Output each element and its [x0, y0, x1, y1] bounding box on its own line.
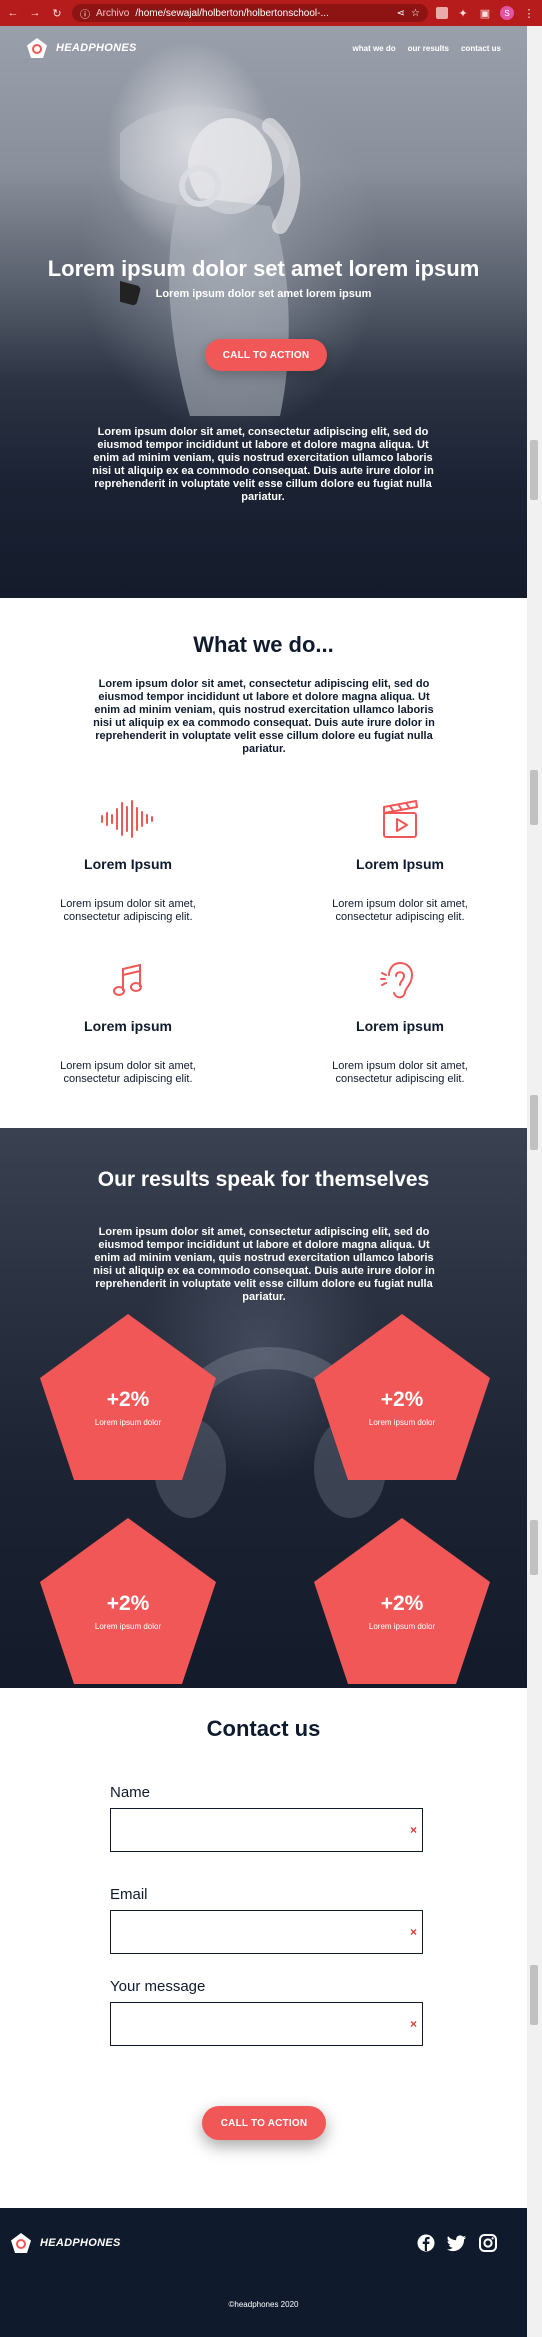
stat-card: +2% Lorem ipsum dolor — [38, 1312, 218, 1482]
feature-text: Lorem ipsum dolor sit amet, consectetur … — [60, 1060, 196, 1085]
share-icon[interactable]: ⋖ — [397, 8, 405, 19]
address-path: /home/sewajal/holberton/holbertonschool-… — [135, 7, 329, 19]
feature-card: Lorem ipsum Lorem ipsum dolor sit amet, … — [310, 956, 490, 1086]
feature-title: Lorem ipsum — [356, 1018, 444, 1034]
nav-link-what-we-do[interactable]: what we do — [353, 44, 396, 53]
sidebar-icon[interactable]: ▣ — [478, 6, 492, 20]
nav-link-contact-us[interactable]: contact us — [461, 44, 501, 53]
hero-section: HEADPHONES what we do our results contac… — [0, 26, 527, 598]
what-we-do-section: What we do... Lorem ipsum dolor sit amet… — [0, 598, 527, 1128]
scrollbar-thumb[interactable] — [530, 770, 538, 825]
name-label: Name — [110, 1784, 151, 1801]
stat-card: +2% Lorem ipsum dolor — [312, 1516, 492, 1686]
address-scheme: Archivo — [96, 7, 130, 19]
logo[interactable]: HEADPHONES — [26, 37, 137, 59]
menu-icon[interactable]: ⋮ — [522, 6, 536, 20]
logo-text: HEADPHONES — [56, 42, 137, 54]
instagram-icon[interactable] — [479, 2234, 497, 2252]
contact-title: Contact us — [206, 1716, 321, 1741]
profile-avatar[interactable]: S — [500, 6, 514, 20]
what-we-do-title: What we do... — [193, 632, 334, 657]
nav-links: what we do our results contact us — [353, 44, 501, 53]
feature-title: Lorem Ipsum — [356, 856, 444, 872]
scrollbar-thumb[interactable] — [530, 1965, 538, 2025]
feature-card: Lorem Ipsum Lorem ipsum dolor sit amet, … — [310, 794, 490, 924]
email-label: Email — [110, 1886, 148, 1903]
stat-card: +2% Lorem ipsum dolor — [38, 1516, 218, 1686]
star-icon[interactable]: ☆ — [411, 8, 420, 19]
logo-pentagon-icon — [27, 38, 47, 58]
ear-icon — [310, 956, 490, 1006]
twitter-icon[interactable] — [447, 2234, 467, 2252]
social-links — [417, 2234, 497, 2252]
results-section: Our results speak for themselves Lorem i… — [0, 1128, 527, 1688]
soundwave-icon — [38, 794, 218, 844]
hero-cta-button[interactable]: CALL TO ACTION — [205, 339, 327, 371]
feature-text: Lorem ipsum dolor sit amet, consectetur … — [60, 898, 196, 923]
contact-section: Contact us Name × Email × Your message ×… — [0, 1688, 527, 2208]
address-bar[interactable]: ⓘ Archivo /home/sewajal/holberton/holber… — [72, 4, 428, 22]
feature-card: Lorem ipsum Lorem ipsum dolor sit amet, … — [38, 956, 218, 1086]
back-icon[interactable]: ← — [6, 6, 20, 20]
stat-label: Lorem ipsum dolor — [94, 1418, 162, 1427]
required-mark-icon: × — [409, 1823, 417, 1837]
email-field[interactable]: × — [110, 1910, 423, 1954]
message-field[interactable]: × — [110, 2002, 423, 2046]
stat-label: Lorem ipsum dolor — [94, 1622, 162, 1631]
info-icon: ⓘ — [80, 9, 90, 21]
hero-body-text: Lorem ipsum dolor sit amet, consectetur … — [92, 426, 434, 503]
feature-text: Lorem ipsum dolor sit amet, consectetur … — [332, 1060, 468, 1085]
feature-title: Lorem Ipsum — [84, 856, 172, 872]
scrollbar-thumb[interactable] — [530, 440, 538, 500]
stat-value: +2% — [106, 1592, 150, 1615]
top-navigation: HEADPHONES what we do our results contac… — [0, 26, 527, 70]
facebook-icon[interactable] — [417, 2234, 435, 2252]
footer-logo-text: HEADPHONES — [40, 2237, 121, 2249]
required-mark-icon: × — [409, 1925, 417, 1939]
stat-label: Lorem ipsum dolor — [368, 1622, 436, 1631]
required-mark-icon: × — [409, 2017, 417, 2031]
puzzle-icon[interactable]: ✦ — [456, 6, 470, 20]
stat-value: +2% — [380, 1388, 424, 1411]
logo-pentagon-icon — [11, 2233, 31, 2253]
copyright-text: ©headphones 2020 — [228, 2300, 299, 2309]
reload-icon[interactable]: ↻ — [50, 6, 64, 20]
hero-title: Lorem ipsum dolor set amet lorem ipsum — [47, 256, 480, 281]
feature-card: Lorem Ipsum Lorem ipsum dolor sit amet, … — [38, 794, 218, 924]
music-note-icon — [38, 956, 218, 1006]
scrollbar-thumb[interactable] — [530, 1520, 538, 1575]
footer-logo[interactable]: HEADPHONES — [10, 2232, 121, 2254]
forward-icon[interactable]: → — [28, 6, 42, 20]
message-label: Your message — [110, 1978, 206, 1995]
footer: HEADPHONES ©headphones 2020 — [0, 2208, 527, 2337]
browser-toolbar: ← → ↻ ⓘ Archivo /home/sewajal/holberton/… — [0, 0, 542, 26]
nav-link-our-results[interactable]: our results — [408, 44, 449, 53]
results-body: Lorem ipsum dolor sit amet, consectetur … — [93, 1226, 435, 1303]
stat-label: Lorem ipsum dolor — [368, 1418, 436, 1427]
feature-title: Lorem ipsum — [84, 1018, 172, 1034]
extension-icon[interactable] — [436, 7, 448, 19]
results-title: Our results speak for themselves — [97, 1168, 430, 1191]
what-we-do-body: Lorem ipsum dolor sit amet, consectetur … — [93, 678, 435, 755]
feature-text: Lorem ipsum dolor sit amet, consectetur … — [332, 898, 468, 923]
stat-card: +2% Lorem ipsum dolor — [312, 1312, 492, 1482]
hero-subtitle: Lorem ipsum dolor set amet lorem ipsum — [155, 288, 372, 300]
stat-value: +2% — [380, 1592, 424, 1615]
scrollbar-thumb[interactable] — [530, 1095, 538, 1150]
clapperboard-icon — [310, 794, 490, 844]
name-field[interactable]: × — [110, 1808, 423, 1852]
contact-cta-button[interactable]: CALL TO ACTION — [202, 2106, 326, 2140]
stat-value: +2% — [106, 1388, 150, 1411]
